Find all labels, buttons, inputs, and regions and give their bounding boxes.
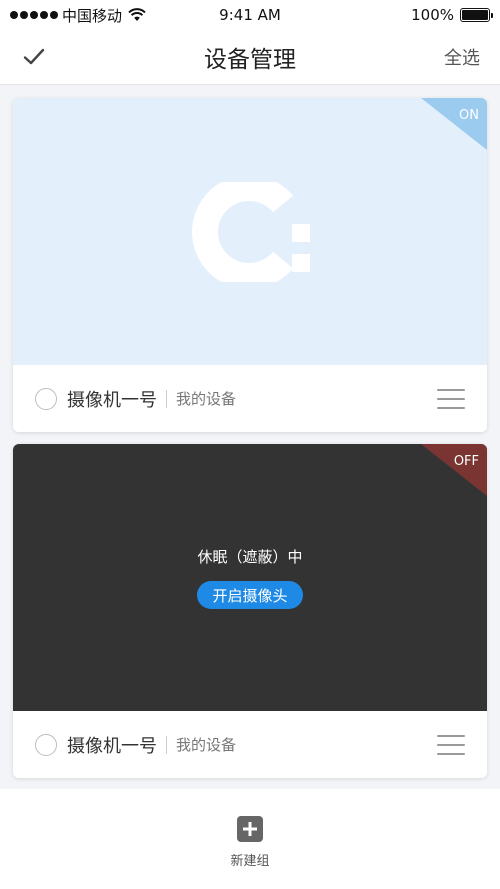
battery-percent: 100%: [411, 6, 454, 24]
device-footer: 摄像机一号 我的设备: [13, 365, 487, 432]
open-camera-button[interactable]: 开启摄像头: [197, 581, 303, 609]
status-label: ON: [459, 108, 479, 123]
status-right: 100%: [411, 6, 493, 24]
device-group: 我的设备: [176, 390, 237, 408]
battery-icon: [460, 8, 493, 22]
device-card[interactable]: OFF 休眠（遮蔽）中 开启摄像头 摄像机一号 我的设备: [13, 444, 487, 778]
device-management-screen: 中国移动 9:41 AM 100% 设备管理 全选 ON 摄像机一号 我的设备 …: [0, 0, 500, 889]
plus-icon[interactable]: [237, 816, 263, 842]
device-name: 摄像机一号: [67, 389, 157, 411]
drag-handle-icon[interactable]: [437, 388, 465, 409]
new-group-button[interactable]: 新建组: [230, 850, 269, 869]
sleep-overlay: 休眠（遮蔽）中 开启摄像头: [13, 444, 487, 711]
device-list: ON 摄像机一号 我的设备 OFF 休眠（遮蔽）中 开启摄像头 摄像机一号 我的…: [0, 85, 500, 789]
device-card[interactable]: ON 摄像机一号 我的设备: [13, 98, 487, 432]
select-all-button[interactable]: 全选: [444, 44, 480, 70]
sleep-status-text: 休眠（遮蔽）中: [197, 548, 303, 566]
footer-divider: [166, 389, 167, 408]
signal-icon: [10, 11, 58, 19]
status-bar: 中国移动 9:41 AM 100%: [0, 0, 500, 30]
nav-bar: 设备管理 全选: [0, 30, 500, 85]
wifi-icon: [128, 8, 146, 21]
status-corner-badge: [421, 98, 487, 150]
device-select-radio[interactable]: [35, 387, 57, 410]
camera-logo-icon: [192, 182, 310, 282]
camera-preview[interactable]: OFF 休眠（遮蔽）中 开启摄像头: [13, 444, 487, 711]
checkmark-icon[interactable]: [20, 43, 48, 71]
page-title: 设备管理: [204, 47, 296, 73]
camera-preview[interactable]: ON: [13, 98, 487, 365]
bottom-bar: 新建组: [0, 789, 500, 889]
footer-divider: [166, 735, 167, 754]
drag-handle-icon[interactable]: [437, 734, 465, 755]
device-group: 我的设备: [176, 736, 237, 754]
carrier-label: 中国移动: [62, 6, 123, 25]
device-select-radio[interactable]: [35, 733, 57, 756]
status-left: 中国移动: [10, 5, 146, 26]
device-name: 摄像机一号: [67, 735, 157, 757]
device-footer: 摄像机一号 我的设备: [13, 711, 487, 778]
